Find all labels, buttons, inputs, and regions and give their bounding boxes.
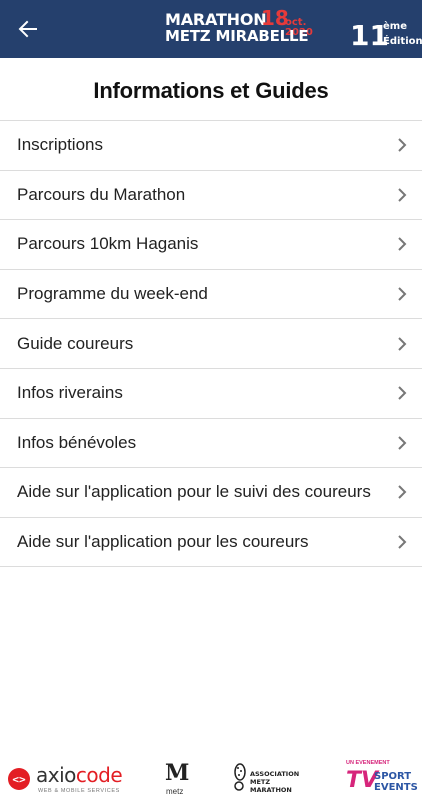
chevron-right-icon: [396, 286, 408, 302]
marathon-logo: MARATHON 18 oct. 2020 METZ MIRABELLE: [165, 8, 335, 50]
menu-item-parcours-10km[interactable]: Parcours 10km Haganis: [0, 220, 422, 270]
axiocode-tagline: WEB & MOBILE SERVICES: [38, 788, 120, 794]
tv-line-2: EVENTS: [374, 782, 418, 793]
footprint-icon: [234, 763, 246, 791]
app-bar: MARATHON 18 oct. 2020 METZ MIRABELLE 11 …: [0, 0, 422, 58]
chevron-right-icon: [396, 435, 408, 451]
chevron-right-icon: [396, 336, 408, 352]
menu-item-infos-riverains[interactable]: Infos riverains: [0, 369, 422, 419]
tv-sport-events-logo[interactable]: UN EVENEMENT TV SPORT EVENTS: [346, 760, 418, 798]
brand-line-2: METZ MIRABELLE: [165, 27, 309, 45]
back-button[interactable]: [10, 11, 46, 47]
edition-label: Édition: [383, 36, 422, 47]
menu-item-infos-benevoles[interactable]: Infos bénévoles: [0, 419, 422, 469]
axiocode-name-b: code: [75, 763, 123, 787]
axiocode-name-a: axio: [36, 763, 76, 787]
menu-item-label: Inscriptions: [17, 135, 103, 155]
edition-badge: 11 ème Édition: [350, 21, 422, 56]
chevron-right-icon: [396, 187, 408, 203]
chevron-right-icon: [396, 484, 408, 500]
menu-item-label: Guide coureurs: [17, 333, 134, 353]
menu-item-label: Infos bénévoles: [17, 432, 137, 452]
menu-item-aide-coureurs[interactable]: Aide sur l'application pour les coureurs: [0, 518, 422, 568]
menu-item-label: Aide sur l'application pour le suivi des…: [17, 482, 371, 502]
chevron-right-icon: [396, 236, 408, 252]
asso-line-1: ASSOCIATION: [250, 770, 300, 778]
menu-item-programme[interactable]: Programme du week-end: [0, 270, 422, 320]
tv-top-label: UN EVENEMENT: [346, 760, 390, 766]
menu-item-label: Aide sur l'application pour les coureurs: [17, 532, 309, 552]
association-logo[interactable]: ASSOCIATION METZ MARATHON: [232, 762, 312, 796]
menu-item-guide-coureurs[interactable]: Guide coureurs: [0, 319, 422, 369]
menu-item-parcours-marathon[interactable]: Parcours du Marathon: [0, 171, 422, 221]
chevron-right-icon: [396, 137, 408, 153]
metz-m-icon: M: [165, 760, 190, 786]
axiocode-logo[interactable]: <> axiocode WEB & MOBILE SERVICES: [8, 764, 128, 794]
asso-line-2: METZ MARATHON: [250, 778, 292, 794]
menu-item-label: Parcours du Marathon: [17, 184, 186, 204]
chevron-right-icon: [396, 534, 408, 550]
code-brackets-icon: <>: [8, 768, 30, 790]
menu-item-label: Parcours 10km Haganis: [17, 234, 199, 254]
brand-line-1: MARATHON: [165, 10, 267, 29]
menu-item-aide-suivi[interactable]: Aide sur l'application pour le suivi des…: [0, 468, 422, 518]
chevron-right-icon: [396, 385, 408, 401]
metz-label: metz: [166, 787, 184, 796]
edition-suffix: ème: [383, 21, 407, 32]
guides-menu: Inscriptions Parcours du Marathon Parcou…: [0, 120, 422, 568]
page-title: Informations et Guides: [93, 78, 329, 103]
menu-item-label: Infos riverains: [17, 383, 123, 403]
tv-line-1: SPORT: [374, 771, 412, 782]
menu-item-label: Programme du week-end: [17, 284, 208, 304]
sponsor-bar: <> axiocode WEB & MOBILE SERVICES M metz…: [0, 754, 422, 800]
arrow-left-icon: [18, 20, 37, 38]
metz-logo[interactable]: M metz: [163, 762, 189, 798]
menu-item-inscriptions[interactable]: Inscriptions: [0, 121, 422, 171]
